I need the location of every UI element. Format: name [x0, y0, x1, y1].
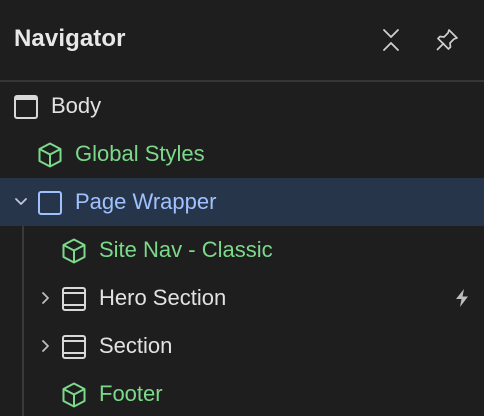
tree-item-site-nav-classic[interactable]: Site Nav - Classic [0, 226, 484, 274]
interaction-bolt-icon [456, 289, 468, 307]
expand-toggle[interactable] [11, 192, 31, 212]
tree-item-label: Hero Section [99, 285, 227, 310]
pin-panel-button[interactable] [429, 22, 465, 58]
component-icon [62, 238, 86, 264]
chevron-right-icon [42, 340, 49, 352]
pin-icon [436, 29, 458, 51]
collapse-all-icon [383, 29, 399, 51]
section-icon [62, 335, 86, 359]
tree-item-section[interactable]: Section [0, 322, 484, 370]
element-box-icon [14, 95, 38, 119]
tree-item-label: Page Wrapper [75, 189, 217, 214]
chevron-right-icon [42, 292, 49, 304]
tree-item-label: Footer [99, 381, 163, 406]
expand-toggle[interactable] [36, 288, 56, 308]
collapse-all-button[interactable] [373, 22, 409, 58]
tree-item-label: Section [99, 333, 173, 358]
tree-item-label: Body [51, 93, 102, 118]
tree-item-label: Site Nav - Classic [99, 237, 273, 262]
tree-item-page-wrapper[interactable]: Page Wrapper [0, 178, 484, 226]
tree-item-footer[interactable]: Footer [0, 370, 484, 416]
tree-item-hero-section[interactable]: Hero Section [0, 274, 484, 322]
panel-title: Navigator [14, 25, 126, 52]
tree-item-global-styles[interactable]: Global Styles [0, 130, 484, 178]
component-icon [62, 382, 86, 408]
component-icon [38, 142, 62, 168]
navigator-panel: Navigator Body Global Styles Page Wrappe… [0, 0, 484, 416]
element-box-icon [38, 191, 62, 215]
tree-item-body[interactable]: Body [0, 82, 484, 130]
tree-item-label: Global Styles [75, 141, 205, 166]
navigator-header: Navigator [0, 0, 484, 80]
section-icon [62, 287, 86, 311]
expand-toggle[interactable] [36, 336, 56, 356]
chevron-down-icon [15, 198, 27, 205]
